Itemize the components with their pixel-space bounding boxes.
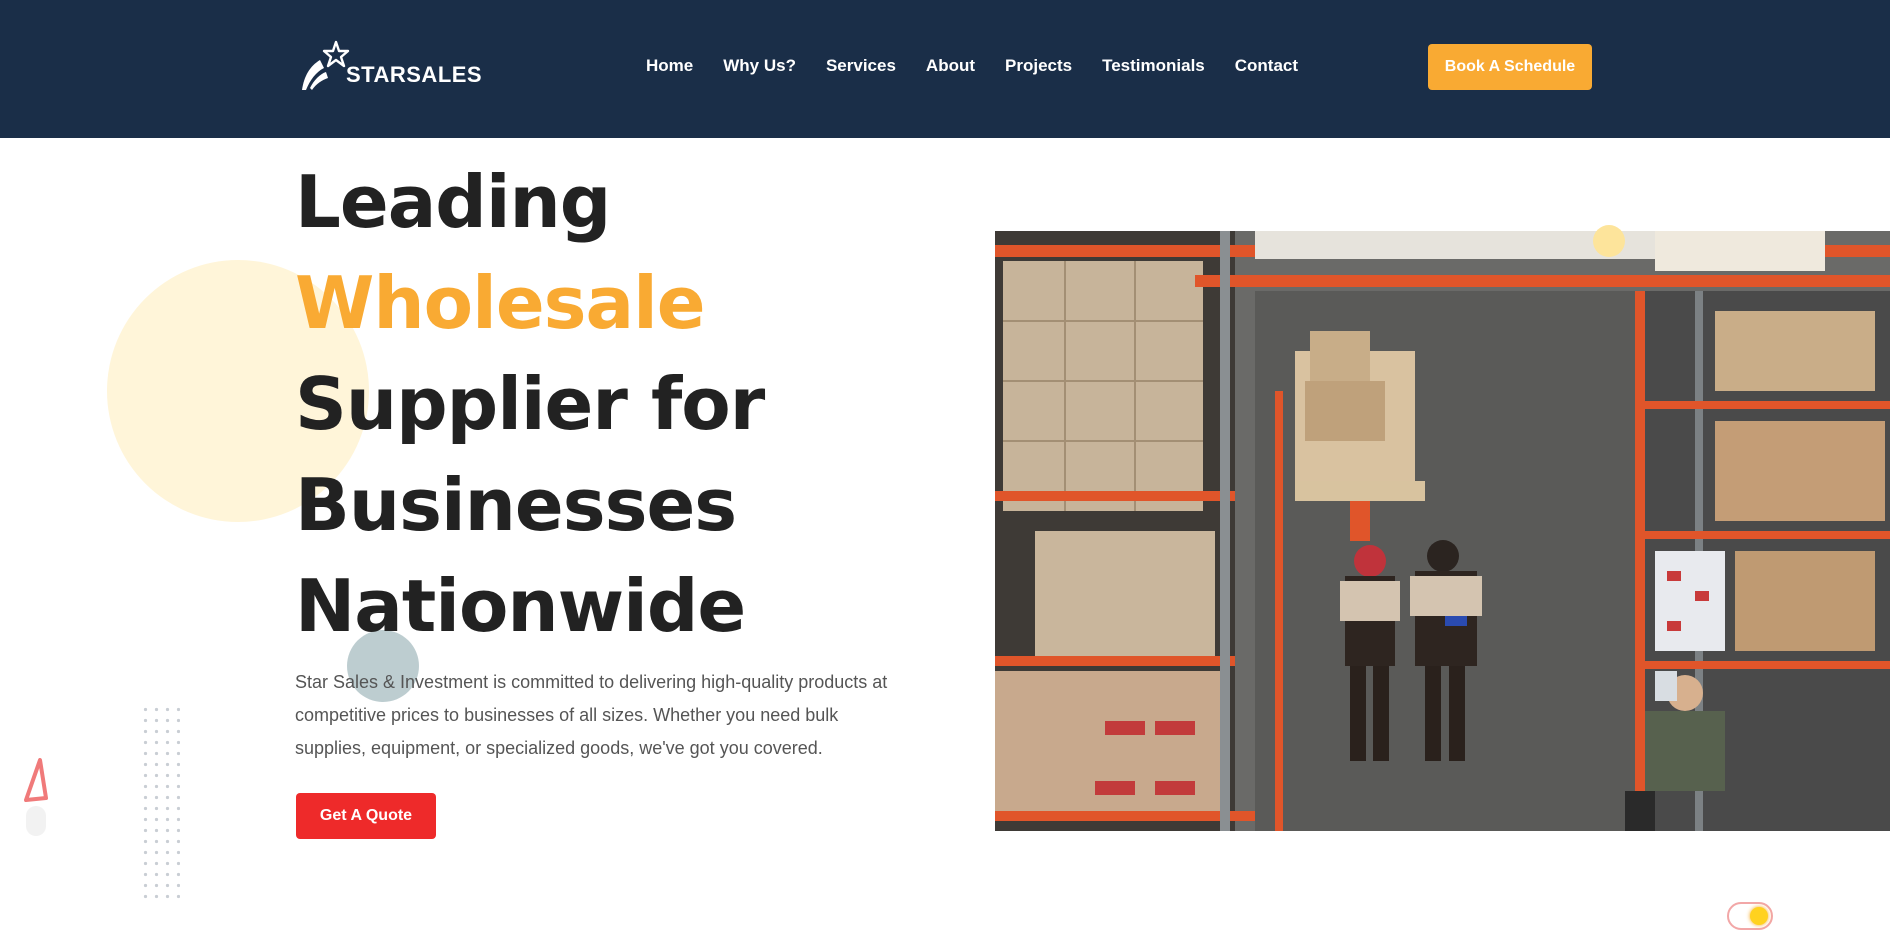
warehouse-illustration: [995, 231, 1890, 831]
triangle-icon: [24, 758, 48, 802]
hero-title-line: Supplier for: [295, 362, 765, 446]
nav-link-home[interactable]: Home: [646, 56, 693, 76]
site-header: STARSALES Home Why Us? Services About Pr…: [0, 0, 1890, 138]
sun-icon: [1750, 907, 1768, 925]
hero-title-line: Leading: [295, 160, 611, 244]
hero-image-warehouse: [995, 231, 1890, 831]
theme-toggle[interactable]: [1727, 902, 1773, 930]
decorative-shape: [26, 806, 46, 836]
nav-link-why-us[interactable]: Why Us?: [723, 56, 796, 76]
book-schedule-button[interactable]: Book A Schedule: [1428, 44, 1592, 90]
hero-title-line: Businesses: [295, 463, 737, 547]
get-quote-button[interactable]: Get A Quote: [296, 793, 436, 839]
hero-title: Leading Wholesale Supplier for Businesse…: [295, 152, 765, 657]
hero-title-line: Nationwide: [295, 564, 746, 648]
decorative-circle-small: [1593, 225, 1625, 257]
nav-link-testimonials[interactable]: Testimonials: [1102, 56, 1205, 76]
main-nav: Home Why Us? Services About Projects Tes…: [646, 56, 1328, 76]
hero-title-highlight: Wholesale: [295, 261, 706, 345]
brand-name: STARSALES: [346, 62, 483, 87]
hero-description: Star Sales & Investment is committed to …: [295, 672, 888, 758]
nav-link-projects[interactable]: Projects: [1005, 56, 1072, 76]
nav-link-about[interactable]: About: [926, 56, 975, 76]
nav-link-services[interactable]: Services: [826, 56, 896, 76]
nav-link-contact[interactable]: Contact: [1235, 56, 1298, 76]
brand-logo[interactable]: STARSALES: [296, 40, 482, 92]
decorative-dot-grid: [140, 704, 180, 900]
